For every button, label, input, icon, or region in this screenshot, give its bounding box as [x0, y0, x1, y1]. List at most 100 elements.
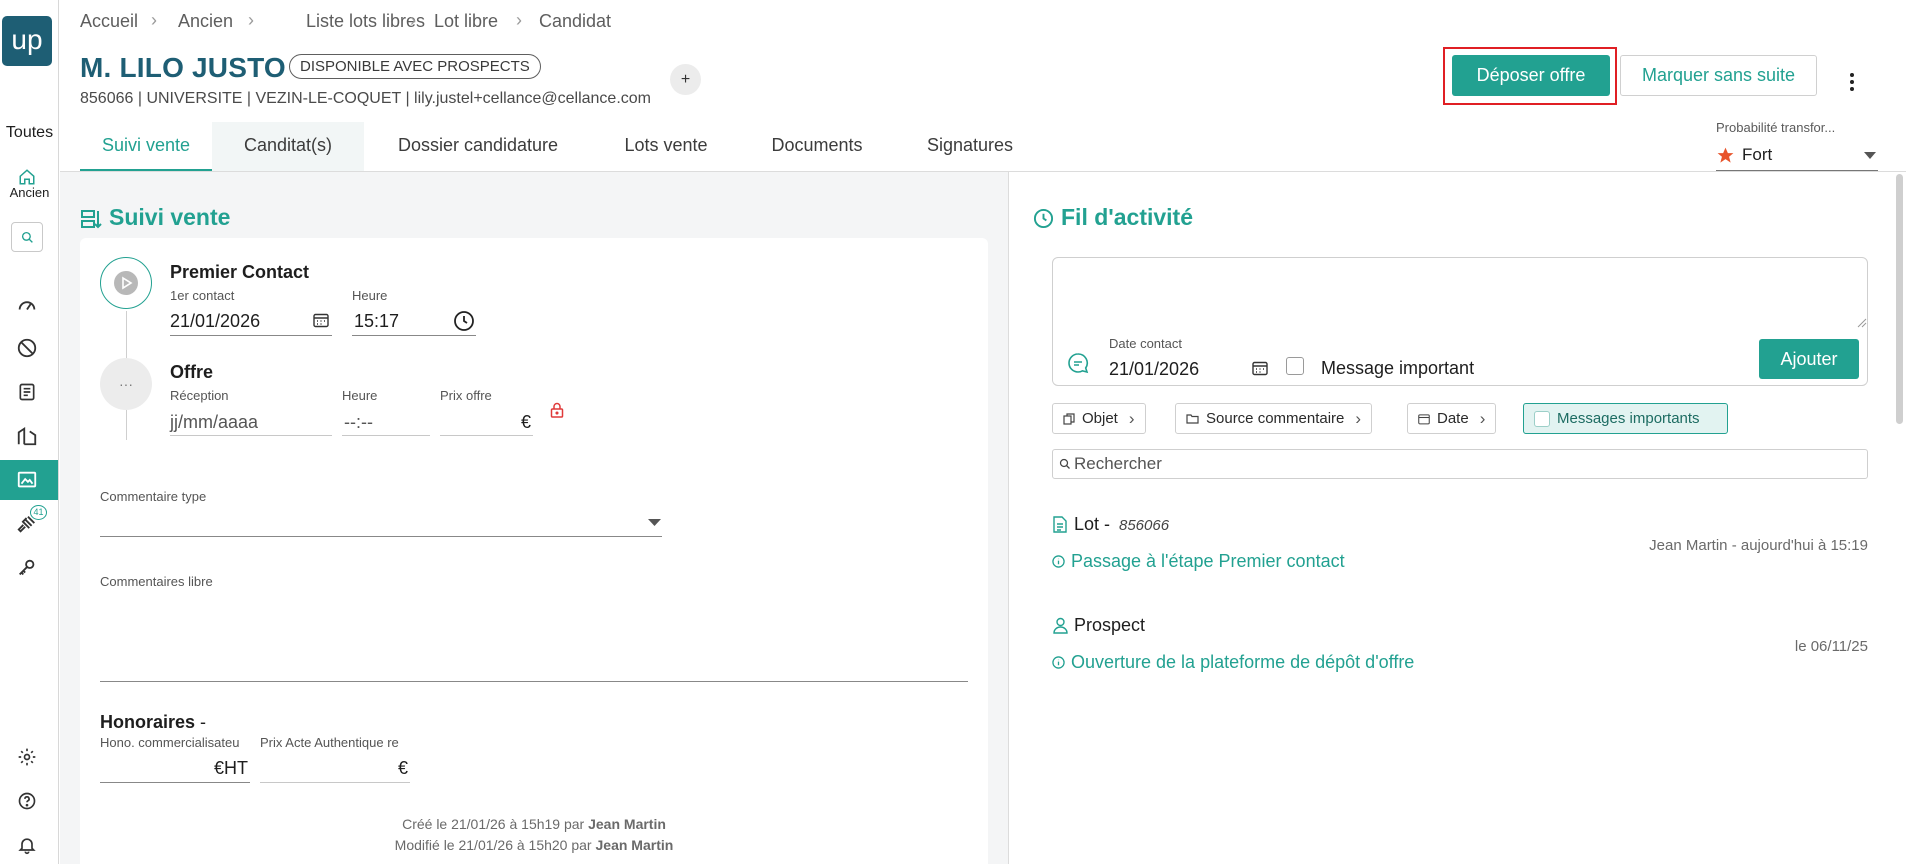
- add-activity-button[interactable]: Ajouter: [1759, 339, 1859, 379]
- filter-important-chip[interactable]: Messages importants: [1523, 403, 1728, 434]
- scrollbar-thumb[interactable]: [1896, 174, 1903, 424]
- comment-type-label: Commentaire type: [100, 489, 207, 504]
- candidate-details: 856066 | UNIVERSITE | VEZIN-LE-COQUET | …: [80, 90, 651, 107]
- suivi-section-title: Suivi vente: [109, 204, 231, 230]
- tab-candidats[interactable]: Canditat(s): [212, 122, 364, 172]
- filter-important-label: Messages importants: [1557, 410, 1700, 427]
- star-icon: [1716, 146, 1735, 165]
- mark-without-follow-up-button[interactable]: Marquer sans suite: [1620, 55, 1817, 96]
- keys-icon[interactable]: [14, 555, 40, 581]
- breadcrumb-item-ancien[interactable]: Ancien: [178, 11, 233, 32]
- fees-title: Honoraires: [100, 712, 196, 732]
- reception-date-input[interactable]: jj/mm/aaaa: [170, 412, 258, 433]
- help-icon[interactable]: [14, 788, 40, 814]
- acte-price-unit: €: [398, 758, 409, 778]
- page-title: M. LILO JUSTO: [80, 52, 286, 83]
- step-dots: ···: [119, 376, 133, 392]
- info-icon: [1052, 656, 1065, 669]
- bell-icon[interactable]: [14, 832, 40, 858]
- breadcrumb-separator: ›: [516, 10, 522, 30]
- offer-time-input[interactable]: --:--: [344, 412, 373, 433]
- step-premier-contact-title: Premier Contact: [170, 262, 310, 282]
- important-message-checkbox[interactable]: [1286, 357, 1304, 375]
- folder-icon: [1186, 414, 1199, 424]
- breadcrumb-separator: ›: [151, 10, 157, 30]
- filter-objet-chip[interactable]: Objet ›: [1052, 403, 1146, 434]
- activity-item-meta: le 06/11/25: [1794, 638, 1868, 655]
- created-prefix: Créé le 21/01/26 à 15h19 par: [402, 816, 585, 832]
- timeline-connector: [126, 311, 127, 359]
- dashboard-icon[interactable]: [14, 291, 40, 317]
- hono-unit: €HT: [214, 758, 249, 778]
- tab-documents[interactable]: Documents: [753, 122, 881, 172]
- breadcrumb-item-candidat: Candidat: [539, 11, 612, 31]
- tab-dossier-candidature[interactable]: Dossier candidature: [378, 122, 578, 172]
- first-contact-time-input[interactable]: 15:17: [354, 311, 399, 332]
- timeline-list-icon: [80, 208, 104, 230]
- hono-input[interactable]: [100, 782, 250, 783]
- play-icon: [114, 271, 138, 295]
- calendar-icon[interactable]: [1252, 360, 1268, 376]
- probability-select[interactable]: Fort: [1742, 145, 1772, 165]
- chevron-down-icon[interactable]: [648, 519, 661, 527]
- acte-price-input[interactable]: [260, 782, 410, 783]
- lock-icon: [550, 402, 564, 418]
- sidebar-all-label[interactable]: Toutes: [0, 124, 59, 142]
- history-clock-icon: [1033, 208, 1054, 229]
- buildings-icon[interactable]: [14, 423, 40, 449]
- tab-suivi-vente[interactable]: Suivi vente: [80, 122, 212, 172]
- clock-icon[interactable]: [453, 310, 475, 332]
- timeline-connector: [126, 410, 127, 440]
- breadcrumb-separator: ›: [248, 10, 254, 30]
- activity-item-title: Prospect: [1074, 615, 1146, 635]
- filter-source-label: Source commentaire: [1206, 410, 1345, 427]
- info-icon: [1052, 555, 1065, 568]
- activity-item-event-link[interactable]: Ouverture de la plateforme de dépôt d'of…: [1071, 652, 1414, 673]
- property-gallery-icon[interactable]: [14, 467, 40, 493]
- filter-source-chip[interactable]: Source commentaire ›: [1175, 403, 1373, 434]
- panel-divider: [1008, 172, 1009, 864]
- no-entry-icon[interactable]: [14, 335, 40, 361]
- sidebar-search-button[interactable]: [11, 222, 43, 252]
- contact-date-input[interactable]: 21/01/2026: [1109, 359, 1199, 380]
- first-contact-date-input[interactable]: 21/01/2026: [170, 311, 260, 332]
- settings-gear-icon[interactable]: [14, 744, 40, 770]
- search-icon: [21, 231, 33, 243]
- first-contact-time-underline: [352, 335, 476, 336]
- activity-item-meta: Jean Martin - aujourd'hui à 15:19: [1649, 537, 1868, 554]
- add-button[interactable]: +: [670, 64, 701, 95]
- tab-lots-vente[interactable]: Lots vente: [603, 122, 729, 172]
- activity-item-event-link[interactable]: Passage à l'étape Premier contact: [1071, 551, 1345, 572]
- more-options-icon[interactable]: [1842, 70, 1862, 94]
- filter-important-checkbox[interactable]: [1534, 410, 1550, 427]
- deposit-offer-button[interactable]: Déposer offre: [1452, 55, 1610, 96]
- breadcrumb-item-accueil[interactable]: Accueil: [80, 11, 138, 32]
- status-badge: DISPONIBLE AVEC PROSPECTS: [289, 54, 541, 79]
- breadcrumb-item-liste[interactable]: Liste lots libres: [306, 11, 425, 32]
- breadcrumb-item-lot[interactable]: Lot libre: [434, 11, 498, 32]
- list-document-icon[interactable]: [14, 379, 40, 405]
- contact-date-label: Date contact: [1109, 336, 1182, 351]
- created-by: Jean Martin: [588, 816, 666, 832]
- offer-price-label: Prix offre: [440, 388, 492, 403]
- sidebar-home-label[interactable]: Ancien: [0, 185, 59, 200]
- calendar-icon: [1418, 413, 1430, 424]
- resize-handle-icon[interactable]: [1857, 318, 1867, 328]
- comment-free-label: Commentaires libre: [100, 574, 213, 589]
- app-logo[interactable]: up: [2, 16, 52, 66]
- filter-date-label: Date: [1437, 410, 1469, 427]
- activity-search-placeholder: Rechercher: [1074, 454, 1162, 473]
- comment-free-input[interactable]: [100, 681, 968, 682]
- activity-search-input[interactable]: [1052, 449, 1868, 479]
- filter-date-chip[interactable]: Date ›: [1407, 403, 1497, 434]
- chevron-down-icon[interactable]: [1864, 152, 1876, 160]
- comment-type-select[interactable]: [100, 536, 662, 537]
- activity-section-title: Fil d'activité: [1061, 204, 1194, 230]
- reception-underline: [170, 435, 332, 436]
- calendar-icon[interactable]: [313, 312, 329, 328]
- hono-label: Hono. commercialisateu: [100, 735, 240, 750]
- tab-signatures[interactable]: Signatures: [907, 122, 1033, 172]
- activity-item-title: Lot -: [1074, 514, 1111, 534]
- offer-price-currency: €: [521, 412, 532, 432]
- modified-prefix: Modifié le 21/01/26 à 15h20 par: [394, 837, 592, 853]
